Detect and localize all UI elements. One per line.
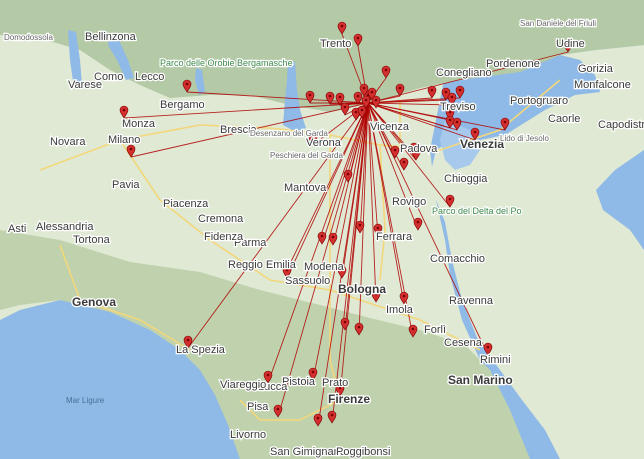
map-canvas[interactable]: Milano Bergamo Brescia Monza Pavia Cremo…: [0, 0, 644, 459]
label-laspezia: La Spezia: [176, 344, 226, 356]
label-bergamo: Bergamo: [160, 99, 205, 111]
label-gorizia: Gorizia: [578, 63, 614, 75]
label-pisa: Pisa: [247, 401, 269, 413]
label-verona: Verona: [306, 137, 342, 149]
label-mareligure: Mar Ligure: [66, 396, 105, 405]
label-alessandria: Alessandria: [36, 221, 94, 233]
label-vicenza: Vicenza: [370, 121, 410, 133]
label-parcodelta: Parco del Delta del Po: [432, 206, 522, 216]
label-lidojesolo: Lido di Jesolo: [500, 134, 549, 143]
label-modena: Modena: [304, 261, 345, 273]
label-sandaniele: San Daniele del Friuli: [520, 19, 596, 28]
label-tortona: Tortona: [73, 234, 111, 246]
label-reggio: Reggio Emilia: [228, 259, 297, 271]
label-imola: Imola: [386, 304, 414, 316]
label-comacchio: Comacchio: [430, 253, 485, 265]
label-lecco: Lecco: [135, 71, 164, 83]
label-sassuolo: Sassuolo: [285, 275, 330, 287]
label-rovigo: Rovigo: [392, 196, 426, 208]
label-ferrara: Ferrara: [376, 231, 413, 243]
label-milano: Milano: [108, 134, 140, 146]
label-ravenna: Ravenna: [449, 295, 494, 307]
label-forli: Forlì: [424, 324, 446, 336]
label-livorno: Livorno: [230, 429, 266, 441]
label-asti: Asti: [8, 223, 26, 235]
map-view[interactable]: Milano Bergamo Brescia Monza Pavia Cremo…: [0, 0, 644, 459]
label-monfalcone: Monfalcone: [574, 79, 631, 91]
label-udine: Udine: [556, 38, 585, 50]
label-cremona: Cremona: [198, 213, 244, 225]
label-venezia: Venezia: [460, 137, 504, 151]
label-fidenza: Fidenza: [204, 231, 244, 243]
label-conegliano: Conegliano: [436, 67, 492, 79]
label-chioggia: Chioggia: [444, 173, 488, 185]
label-rimini: Rimini: [480, 354, 511, 366]
label-sangimignano: San Gimignano: [270, 446, 346, 458]
label-novara: Novara: [50, 136, 86, 148]
label-padova: Padova: [400, 143, 438, 155]
label-monza: Monza: [122, 118, 156, 130]
label-domodossola: Domodossola: [4, 33, 53, 42]
label-capodistria: Capodistria: [598, 119, 644, 131]
label-prato: Prato: [322, 377, 348, 389]
label-desenzano: Desenzano del Garda: [250, 129, 328, 138]
label-bologna: Bologna: [338, 282, 386, 296]
label-parcoorobie: Parco delle Orobie Bergamasche: [160, 58, 293, 68]
label-cesena: Cesena: [444, 337, 483, 349]
label-pavia: Pavia: [112, 179, 140, 191]
label-trento: Trento: [320, 38, 351, 50]
label-bellinzona: Bellinzona: [85, 31, 137, 43]
label-viareggio: Viareggio: [220, 379, 266, 391]
label-portogruaro: Portogruaro: [510, 95, 568, 107]
label-sanmarino: San Marino: [448, 373, 513, 387]
label-piacenza: Piacenza: [163, 198, 209, 210]
label-caorle: Caorle: [548, 113, 580, 125]
label-pordenone: Pordenone: [486, 58, 540, 70]
map-pin-icon[interactable]: [455, 85, 465, 99]
label-como: Como: [94, 71, 123, 83]
label-mantova: Mantova: [284, 182, 327, 194]
label-firenze: Firenze: [328, 392, 370, 406]
label-poggibonsi: Poggibonsi: [336, 446, 390, 458]
label-genova: Genova: [72, 295, 116, 309]
label-peschiera: Peschiera del Garda: [270, 151, 343, 160]
label-treviso: Treviso: [440, 101, 476, 113]
